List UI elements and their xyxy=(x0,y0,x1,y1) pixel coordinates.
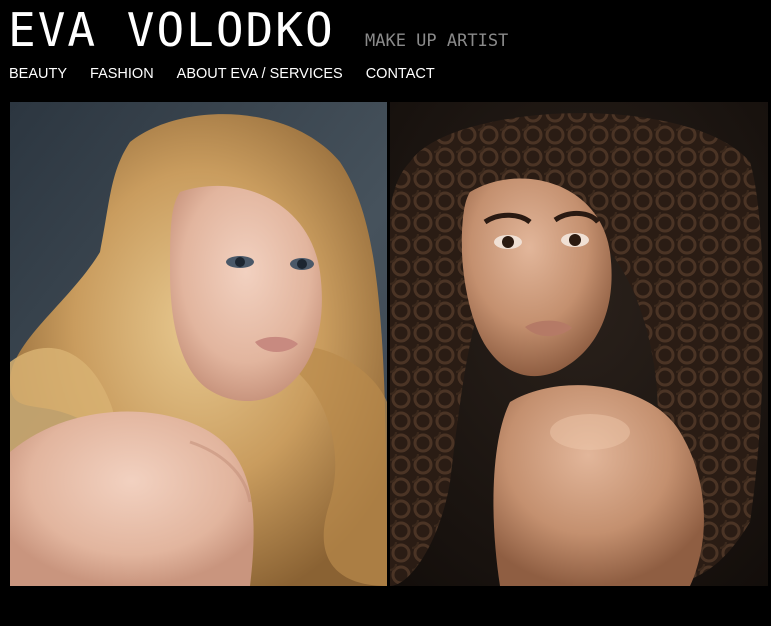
photo-gallery xyxy=(10,102,768,586)
brunette-portrait-image xyxy=(390,102,768,586)
site-logo-name[interactable]: EVA VOLODKO xyxy=(8,4,335,56)
nav-item-beauty[interactable]: BEAUTY xyxy=(9,65,67,83)
nav-item-contact[interactable]: CONTACT xyxy=(366,65,435,83)
gallery-photo-blonde[interactable] xyxy=(10,102,387,586)
site-header: EVA VOLODKO MAKE UP ARTIST BEAUTY FASHIO… xyxy=(0,0,771,100)
main-nav: BEAUTY FASHION ABOUT EVA / SERVICES CONT… xyxy=(9,65,435,83)
site-tagline: MAKE UP ARTIST xyxy=(365,31,509,51)
nav-item-about-services[interactable]: ABOUT EVA / SERVICES xyxy=(177,65,343,83)
nav-item-fashion[interactable]: FASHION xyxy=(90,65,154,83)
blonde-portrait-image xyxy=(10,102,387,586)
gallery-photo-brunette[interactable] xyxy=(390,102,768,586)
